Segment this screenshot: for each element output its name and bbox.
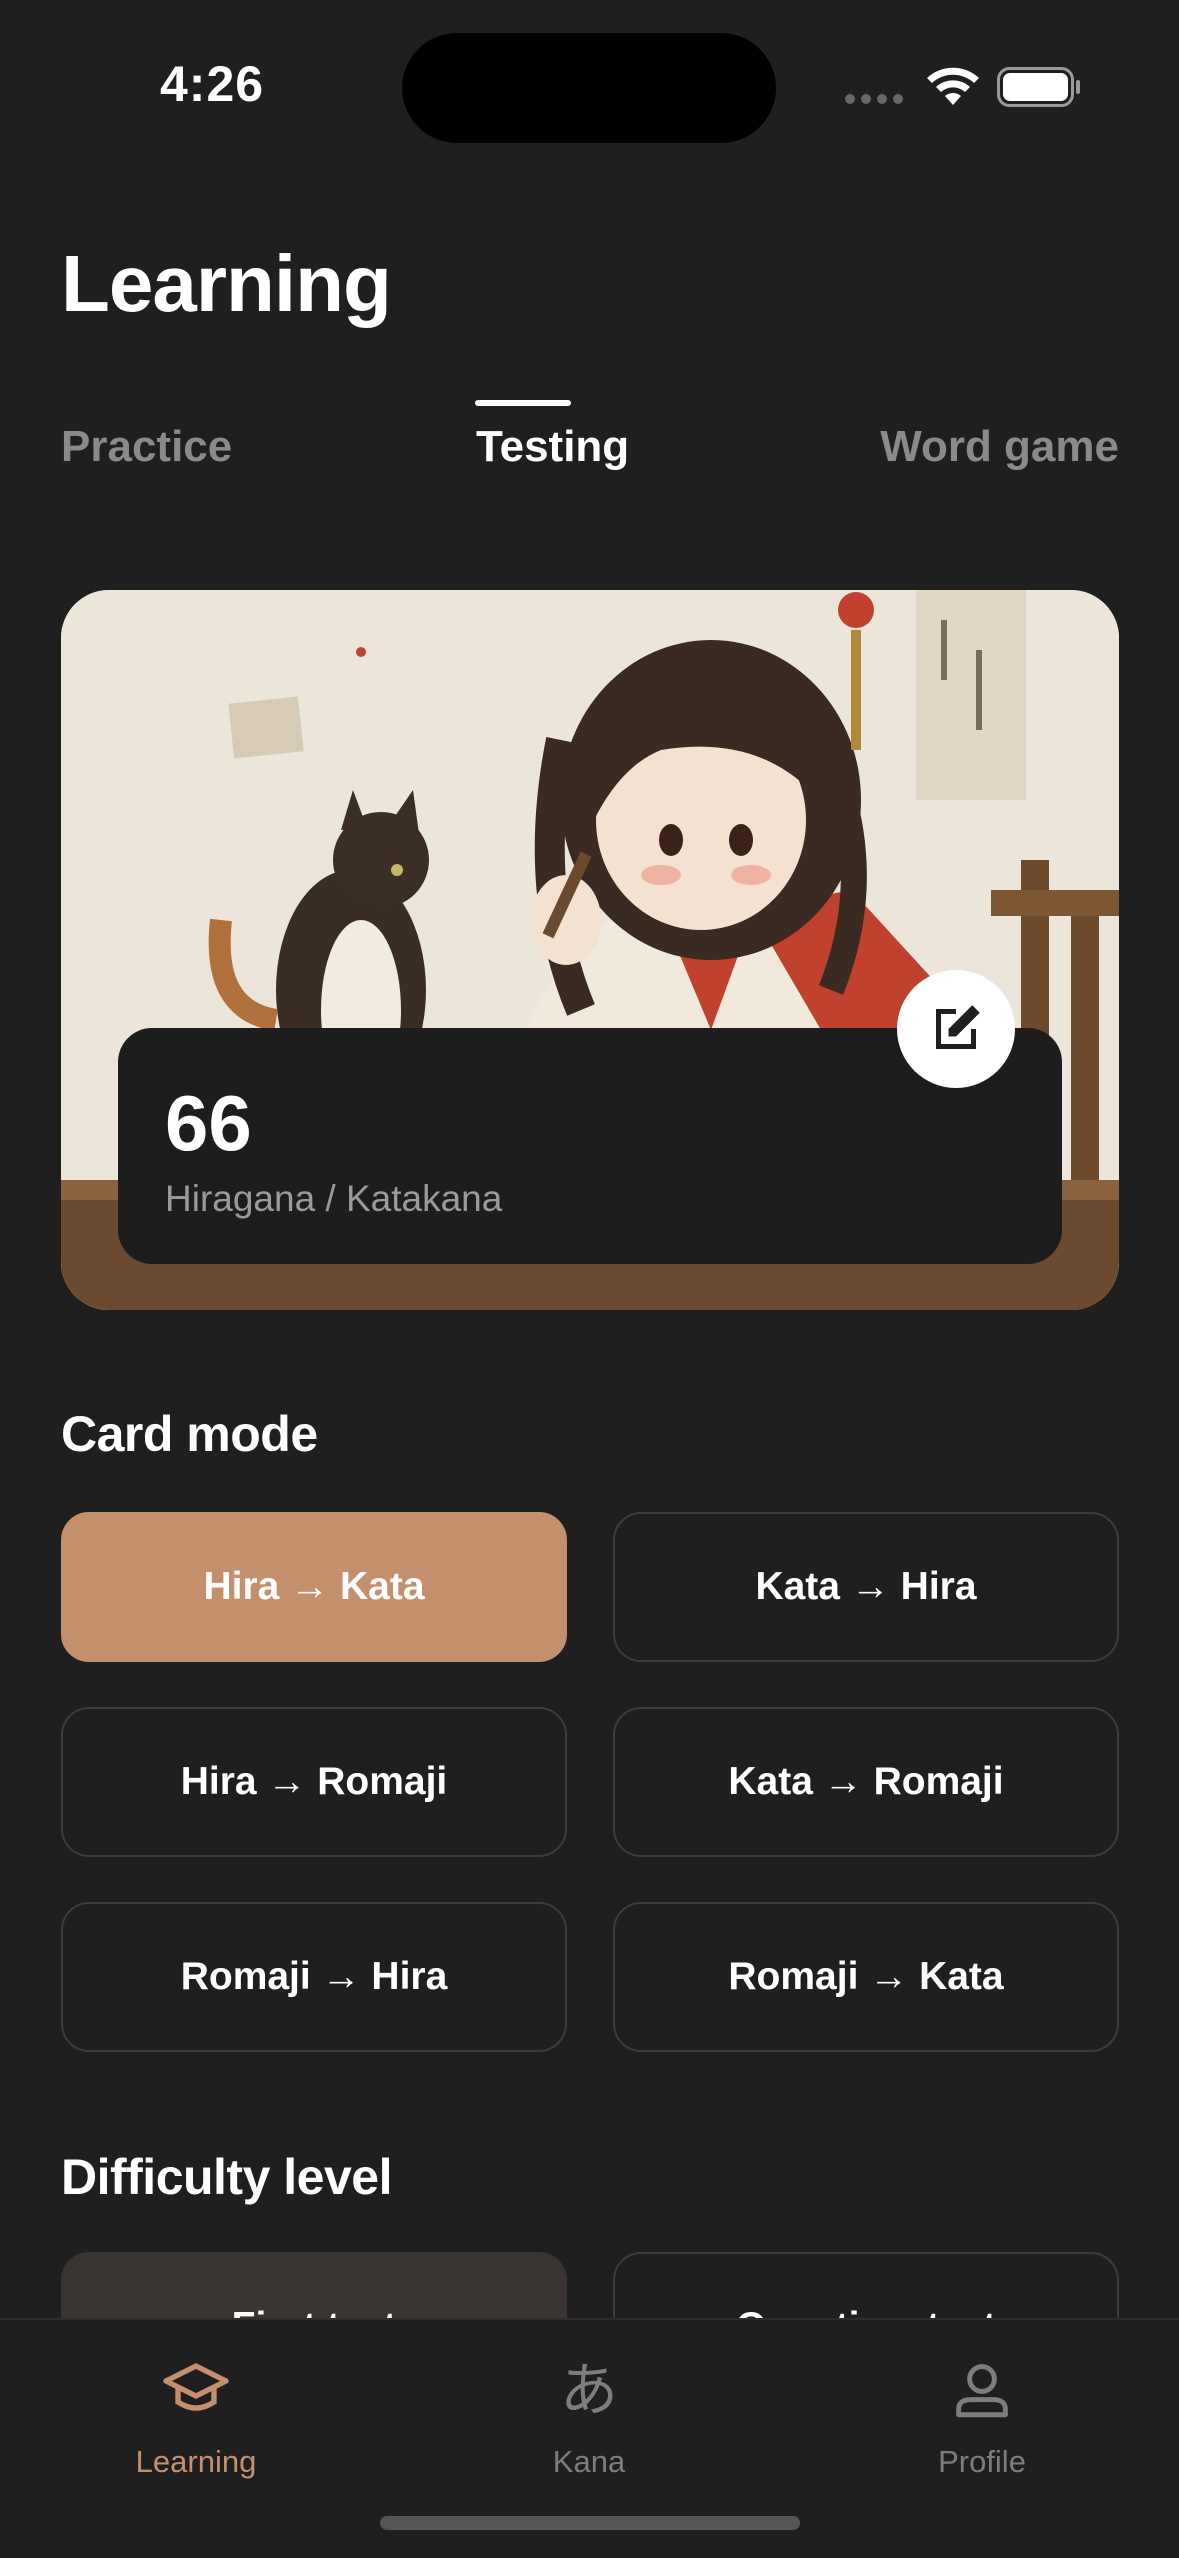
nav-learning[interactable]: Learning — [76, 2350, 316, 2480]
tab-bar: Practice Testing Word game — [61, 400, 1119, 500]
nav-kana-label: Kana — [552, 2444, 626, 2479]
dynamic-island — [402, 33, 776, 143]
kana-set-name: Hiragana / Katakana — [165, 1178, 503, 1219]
tab-practice[interactable]: Practice — [61, 422, 232, 472]
kana-set-card[interactable]: 66 Hiragana / Katakana — [61, 590, 1119, 1310]
mode-kata-hira-button[interactable]: Kata → Hira — [613, 1512, 1119, 1662]
home-indicator — [380, 2516, 800, 2530]
mode-kata-romaji-button[interactable]: Kata → Romaji — [613, 1707, 1119, 1857]
nav-kana[interactable]: あ Kana — [469, 2350, 709, 2480]
nav-profile[interactable]: Profile — [862, 2350, 1102, 2480]
tab-testing[interactable]: Testing — [476, 422, 629, 472]
graduation-cap-icon — [163, 2363, 229, 2411]
mode-romaji-hira-button[interactable]: Romaji → Hira — [61, 1902, 567, 2052]
difficulty-level-title: Difficulty level — [61, 2149, 393, 2205]
mode-hira-kata-button[interactable]: Hira → Kata — [61, 1512, 567, 1662]
kana-icon: あ — [559, 2356, 618, 2424]
page-title: Learning — [61, 239, 392, 328]
wifi-icon — [927, 67, 979, 105]
cellular-signal-icon — [845, 94, 903, 104]
edit-icon — [936, 1005, 980, 1049]
nav-profile-label: Profile — [938, 2444, 1026, 2479]
kana-count: 66 — [165, 1079, 252, 1167]
battery-icon — [997, 67, 1080, 107]
nav-learning-label: Learning — [135, 2444, 257, 2479]
status-time: 4:26 — [160, 56, 265, 112]
card-mode-title: Card mode — [61, 1406, 318, 1462]
active-tab-indicator — [475, 400, 571, 406]
tab-word-game[interactable]: Word game — [880, 422, 1119, 472]
mode-hira-romaji-button[interactable]: Hira → Romaji — [61, 1707, 567, 1857]
person-icon — [956, 2364, 1008, 2418]
edit-button[interactable] — [897, 970, 1015, 1088]
mode-romaji-kata-button[interactable]: Romaji → Kata — [613, 1902, 1119, 2052]
